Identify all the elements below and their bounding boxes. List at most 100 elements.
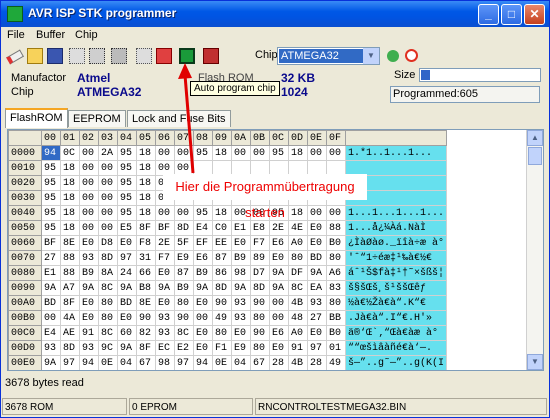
hex-cell[interactable]: 00 (41, 310, 61, 326)
hex-cell[interactable]: 83 (326, 280, 346, 296)
hex-cell[interactable]: EA (307, 280, 327, 296)
hex-cell[interactable]: BD (41, 295, 61, 311)
hex-cell[interactable]: F7 (250, 235, 270, 251)
hex-cell[interactable]: 95 (269, 145, 289, 161)
hex-cell[interactable]: A6 (326, 265, 346, 281)
hex-cell[interactable]: 0C (60, 145, 80, 161)
hex-cell[interactable]: 8E (60, 235, 80, 251)
hex-cell[interactable]: 95 (41, 190, 61, 206)
ascii-cell[interactable]: ¿ÌàØàø._ïîà÷æ à° (344, 235, 448, 251)
hex-cell[interactable]: 4B (288, 295, 308, 311)
hex-cell[interactable]: D8 (98, 235, 118, 251)
hex-cell[interactable]: 00 (155, 145, 175, 161)
hex-cell[interactable]: E9 (231, 340, 251, 356)
hex-cell[interactable]: 95 (41, 205, 61, 221)
hex-cell[interactable]: 00 (79, 145, 99, 161)
hex-cell[interactable]: 93 (41, 340, 61, 356)
erase-chip-icon[interactable] (156, 48, 172, 64)
hex-cell[interactable]: B9 (231, 250, 251, 266)
hex-cell[interactable]: 18 (136, 160, 156, 176)
hex-cell[interactable]: EC (155, 340, 175, 356)
hex-cell[interactable]: 00 (79, 190, 99, 206)
menu-buffer[interactable]: Buffer (36, 29, 65, 41)
hex-cell[interactable]: E0 (307, 325, 327, 341)
hex-cell[interactable]: 86 (212, 265, 232, 281)
hex-cell[interactable]: 8D (250, 280, 270, 296)
hex-cell[interactable]: 95 (41, 175, 61, 191)
scroll-down-icon[interactable]: ▼ (527, 354, 543, 370)
hex-cell[interactable]: 00 (326, 145, 346, 161)
hex-cell[interactable]: 00 (326, 205, 346, 221)
hex-cell[interactable]: EE (212, 235, 232, 251)
hex-cell[interactable]: 4E (288, 220, 308, 236)
hex-cell[interactable]: 93 (155, 310, 175, 326)
hex-cell[interactable]: E0 (155, 265, 175, 281)
hex-cell[interactable]: E6 (269, 325, 289, 341)
hex-cell[interactable]: 8D (212, 280, 232, 296)
open-folder-icon[interactable] (27, 48, 43, 64)
hex-cell[interactable]: 93 (155, 325, 175, 341)
hex-cell[interactable]: 48 (288, 310, 308, 326)
chip-select[interactable]: ATMEGA32 ▼ (277, 47, 380, 65)
minimize-button[interactable]: _ (478, 4, 499, 25)
hex-cell[interactable]: E0 (193, 325, 213, 341)
hex-cell[interactable]: 9A (41, 280, 61, 296)
hex-cell[interactable]: 00 (307, 145, 327, 161)
read-chip-icon[interactable] (69, 48, 85, 64)
hex-cell[interactable]: 9A (269, 280, 289, 296)
hex-cell[interactable]: 95 (41, 160, 61, 176)
hex-cell[interactable]: 8F (60, 295, 80, 311)
save-icon[interactable] (47, 48, 63, 64)
tab-eeprom[interactable]: EEPROM (68, 110, 126, 127)
hex-cell[interactable]: 90 (174, 310, 194, 326)
hex-cell[interactable]: E0 (155, 295, 175, 311)
hex-cell[interactable]: 80 (98, 295, 118, 311)
hex-cell[interactable]: D7 (250, 265, 270, 281)
hex-cell[interactable]: 18 (288, 205, 308, 221)
hex-cell[interactable]: 8D (174, 220, 194, 236)
hex-cell[interactable]: 49 (326, 355, 346, 370)
hex-cell[interactable]: E0 (79, 310, 99, 326)
hex-cell[interactable]: 18 (136, 190, 156, 206)
hex-cell[interactable]: 82 (136, 325, 156, 341)
hex-cell[interactable]: 67 (136, 355, 156, 370)
hex-cell[interactable]: 18 (60, 220, 80, 236)
hex-cell[interactable]: 80 (98, 310, 118, 326)
hex-cell[interactable]: 00 (98, 175, 118, 191)
hex-cell[interactable]: 88 (326, 220, 346, 236)
hex-cell[interactable]: B0 (326, 235, 346, 251)
hex-cell[interactable]: 00 (269, 295, 289, 311)
hex-cell[interactable]: 90 (212, 295, 232, 311)
ascii-cell[interactable]: áˆ¹Š$fà‡¹†˜×šßš¦ (344, 265, 448, 281)
hex-cell[interactable]: 49 (212, 310, 232, 326)
hex-cell[interactable]: 90 (250, 295, 270, 311)
hex-cell[interactable]: 90 (136, 310, 156, 326)
hex-cell[interactable]: B9 (79, 265, 99, 281)
hex-cell[interactable]: 95 (117, 145, 137, 161)
ascii-cell[interactable]: .Jà€à“.I“€.H'» (344, 310, 448, 326)
hex-cell[interactable]: 95 (193, 205, 213, 221)
title-bar[interactable]: AVR ISP STK programmer _ □ ✕ (1, 1, 549, 27)
hex-cell[interactable]: E4 (41, 325, 61, 341)
hex-cell[interactable]: 8F (136, 340, 156, 356)
hex-cell[interactable]: 87 (212, 250, 232, 266)
hex-cell[interactable]: 4A (60, 310, 80, 326)
hex-cell[interactable]: 00 (98, 220, 118, 236)
hex-cell[interactable]: 97 (307, 340, 327, 356)
hex-cell[interactable]: 93 (231, 295, 251, 311)
hex-cell[interactable]: E0 (79, 235, 99, 251)
hex-cell[interactable]: 80 (212, 325, 232, 341)
hex-cell[interactable]: 00 (155, 205, 175, 221)
hex-cell[interactable]: 91 (79, 325, 99, 341)
hex-cell[interactable]: 0E (212, 355, 232, 370)
hex-cell[interactable]: 90 (250, 325, 270, 341)
hex-cell[interactable]: 93 (79, 250, 99, 266)
hex-cell[interactable]: A0 (288, 235, 308, 251)
hex-cell[interactable]: 8D (60, 340, 80, 356)
ascii-cell[interactable]: 1.*1..1...1... (344, 145, 448, 161)
hex-cell[interactable]: 18 (136, 205, 156, 221)
hex-cell[interactable]: 00 (79, 220, 99, 236)
hex-cell[interactable]: 94 (193, 355, 213, 370)
hex-cell[interactable]: E4 (193, 220, 213, 236)
hex-cell[interactable]: E5 (117, 220, 137, 236)
